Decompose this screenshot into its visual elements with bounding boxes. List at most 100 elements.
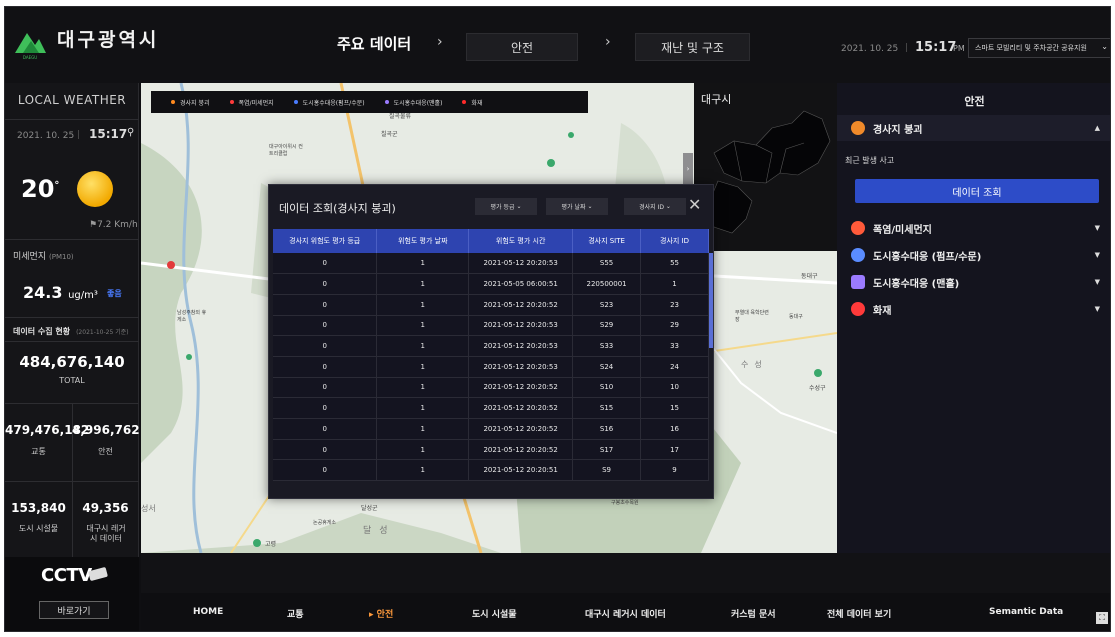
filter-date-select[interactable]: 평가 날짜 ⌄: [546, 198, 608, 215]
table-cell: S10: [572, 377, 642, 399]
column-header[interactable]: 경사지 ID: [640, 229, 709, 253]
stat-legacy-label: 대구시 레거시 데이터: [86, 524, 126, 543]
table-row[interactable]: 0 1 2021-05-12 20:20:53 S29 29: [273, 315, 709, 337]
fullscreen-icon[interactable]: ⛶: [1096, 612, 1108, 624]
table-cell: S15: [572, 397, 642, 419]
category-flood-pump[interactable]: 도시홍수대응 (펌프/수문) ▼: [837, 242, 1110, 268]
nav-safety[interactable]: ▸ 안전: [369, 607, 393, 620]
modal-title: 데이터 조회(경사지 붕괴): [279, 202, 396, 215]
table-cell: 0: [273, 397, 378, 419]
divider: [5, 239, 139, 240]
wind-speed: ⚑7.2 Km/h: [89, 220, 138, 230]
table-cell: 29: [640, 315, 709, 337]
column-header[interactable]: 경사지 위험도 평가 등급: [273, 229, 378, 253]
safety-panel: 안전 경사지 붕괴 ▲ 최근 발생 사고 데이터 조회 폭염/미세먼지 ▼ 도시홍수…: [837, 83, 1110, 553]
category-slope-collapse[interactable]: 경사지 붕괴 ▲: [837, 115, 1110, 141]
panel-toggle-tab[interactable]: ›: [683, 153, 693, 185]
close-icon[interactable]: ✕: [688, 195, 701, 214]
table-cell: 0: [273, 439, 378, 461]
data-query-button[interactable]: 데이터 조회: [855, 179, 1099, 203]
weather-panel: LOCAL WEATHER 2021. 10. 25 | 15:17 ⚲ 20°…: [5, 83, 140, 631]
chevron-right-icon: ›: [605, 34, 611, 50]
service-select[interactable]: 스마트 모빌리티 및 주차공간 공유지원 ⌄: [968, 38, 1110, 58]
table-cell: 2021-05-12 20:20:53: [468, 356, 574, 378]
legend-item[interactable]: 도시홍수대응(펌프/수문): [293, 98, 365, 107]
map-label: 대구아이위시 컨트리클럽: [269, 144, 303, 157]
nav-traffic[interactable]: 교통: [287, 607, 304, 620]
filter-grade-select[interactable]: 평가 등급 ⌄: [475, 198, 537, 215]
nav-facilities[interactable]: 도시 시설물: [472, 607, 517, 620]
recent-incidents-label: 최근 발생 사고: [845, 156, 895, 165]
nav-semantic-data[interactable]: Semantic Data: [989, 607, 1063, 617]
stat-safety-value: 4,996,762: [72, 423, 140, 437]
table-cell: 2021-05-12 20:20:53: [468, 335, 574, 357]
breadcrumb-disaster[interactable]: 재난 및 구조: [635, 33, 750, 61]
fire-icon: [851, 302, 865, 316]
cctv-section: CCTV 바로가기: [5, 557, 139, 631]
filter-id-select[interactable]: 경사지 ID ⌄: [624, 198, 686, 215]
map-label: 무열대 육학단련장: [735, 310, 769, 323]
legend-dot: [171, 100, 175, 104]
legend-item[interactable]: 폭염/미세먼지: [229, 98, 274, 107]
breadcrumb-safety[interactable]: 안전: [466, 33, 578, 61]
table-scrollbar[interactable]: [709, 253, 713, 348]
legend-item[interactable]: 도시홍수대응(맨홀): [384, 98, 442, 107]
table-row[interactable]: 0 1 2021-05-12 20:20:53 S55 55: [273, 253, 709, 275]
legend-item[interactable]: 화재: [462, 98, 482, 107]
column-header[interactable]: 위험도 평가 시간: [468, 229, 574, 253]
nav-all-data[interactable]: 전체 데이터 보기: [827, 607, 891, 620]
category-fire[interactable]: 화재 ▼: [837, 296, 1110, 322]
map-label: 구봉초수목원: [611, 500, 639, 506]
map-label: 남성주참외 휴게소: [177, 310, 207, 323]
service-select-value: 스마트 모빌리티 및 주차공간 공유지원: [975, 44, 1087, 52]
nav-home[interactable]: HOME: [193, 607, 223, 617]
daegu-inset-map[interactable]: [694, 83, 837, 251]
table-cell: 220500001: [572, 273, 642, 295]
table-cell: 2021-05-12 20:20:53: [468, 315, 574, 337]
table-cell: 55: [640, 253, 709, 275]
table-row[interactable]: 0 1 2021-05-12 20:20:52 S17 17: [273, 439, 709, 461]
map-label: 동대구: [789, 314, 803, 320]
svg-text:DAEGU: DAEGU: [23, 55, 37, 60]
brand-name: 대구광역시: [57, 29, 160, 51]
table-row[interactable]: 0 1 2021-05-12 20:20:52 S16 16: [273, 418, 709, 440]
column-header[interactable]: 위험도 평가 날짜: [376, 229, 470, 253]
header-date: 2021. 10. 25: [841, 44, 899, 54]
table-cell: S55: [572, 253, 642, 275]
table-cell: 0: [273, 294, 378, 316]
category-flood-manhole[interactable]: 도시홍수대응 (맨홀) ▼: [837, 269, 1110, 295]
divider: [5, 481, 139, 482]
table-header-row: 경사지 위험도 평가 등급 위험도 평가 날짜 위험도 평가 시간 경사지 SI…: [273, 229, 709, 253]
table-row[interactable]: 0 1 2021-05-12 20:20:53 S24 24: [273, 356, 709, 378]
total-label: TOTAL: [59, 376, 85, 385]
temperature: 20°: [21, 175, 60, 203]
map-label: 달성군: [361, 505, 378, 512]
table-row[interactable]: 0 1 2021-05-12 20:20:52 S10 10: [273, 377, 709, 399]
table-row[interactable]: 0 1 2021-05-05 06:00:51 220500001 1: [273, 273, 709, 295]
legend-item[interactable]: 경사지 붕괴: [171, 98, 210, 107]
map-label: 동대구: [801, 273, 818, 280]
legend-dot: [462, 100, 467, 104]
data-table: 경사지 위험도 평가 등급 위험도 평가 날짜 위험도 평가 시간 경사지 SI…: [273, 229, 709, 482]
chevron-down-icon: ⌄: [1101, 42, 1108, 51]
app-frame: DAEGU 대구광역시 주요 데이터 › 안전 › 재난 및 구조 2021. …: [4, 6, 1111, 632]
divider: [5, 119, 139, 120]
table-row[interactable]: 0 1 2021-05-12 20:20:53 S33 33: [273, 335, 709, 357]
column-header[interactable]: 경사지 SITE: [572, 229, 642, 253]
map-legend: 경사지 붕괴 폭염/미세먼지 도시홍수대응(펌프/수문) 도시홍수대응(맨홀) …: [151, 91, 588, 113]
table-cell: 1: [376, 397, 470, 419]
nav-legacy-data[interactable]: 대구시 레거시 데이터: [585, 607, 666, 620]
cctv-go-button[interactable]: 바로가기: [39, 601, 109, 619]
table-row[interactable]: 0 1 2021-05-12 20:20:52 S23 23: [273, 294, 709, 316]
table-cell: 33: [640, 335, 709, 357]
map-label: 달성: [363, 526, 396, 536]
table-row[interactable]: 0 1 2021-05-12 20:20:52 S15 15: [273, 397, 709, 419]
category-heatwave-dust[interactable]: 폭염/미세먼지 ▼: [837, 215, 1110, 241]
table-cell: 1: [376, 439, 470, 461]
nav-custom-docs[interactable]: 커스텀 문서: [731, 607, 776, 620]
sunny-icon: [77, 171, 113, 207]
location-pin-icon: ⚲: [127, 127, 135, 138]
table-cell: 1: [376, 273, 470, 295]
table-row[interactable]: 0 1 2021-05-12 20:20:51 S9 9: [273, 459, 709, 482]
table-cell: 10: [640, 377, 709, 399]
